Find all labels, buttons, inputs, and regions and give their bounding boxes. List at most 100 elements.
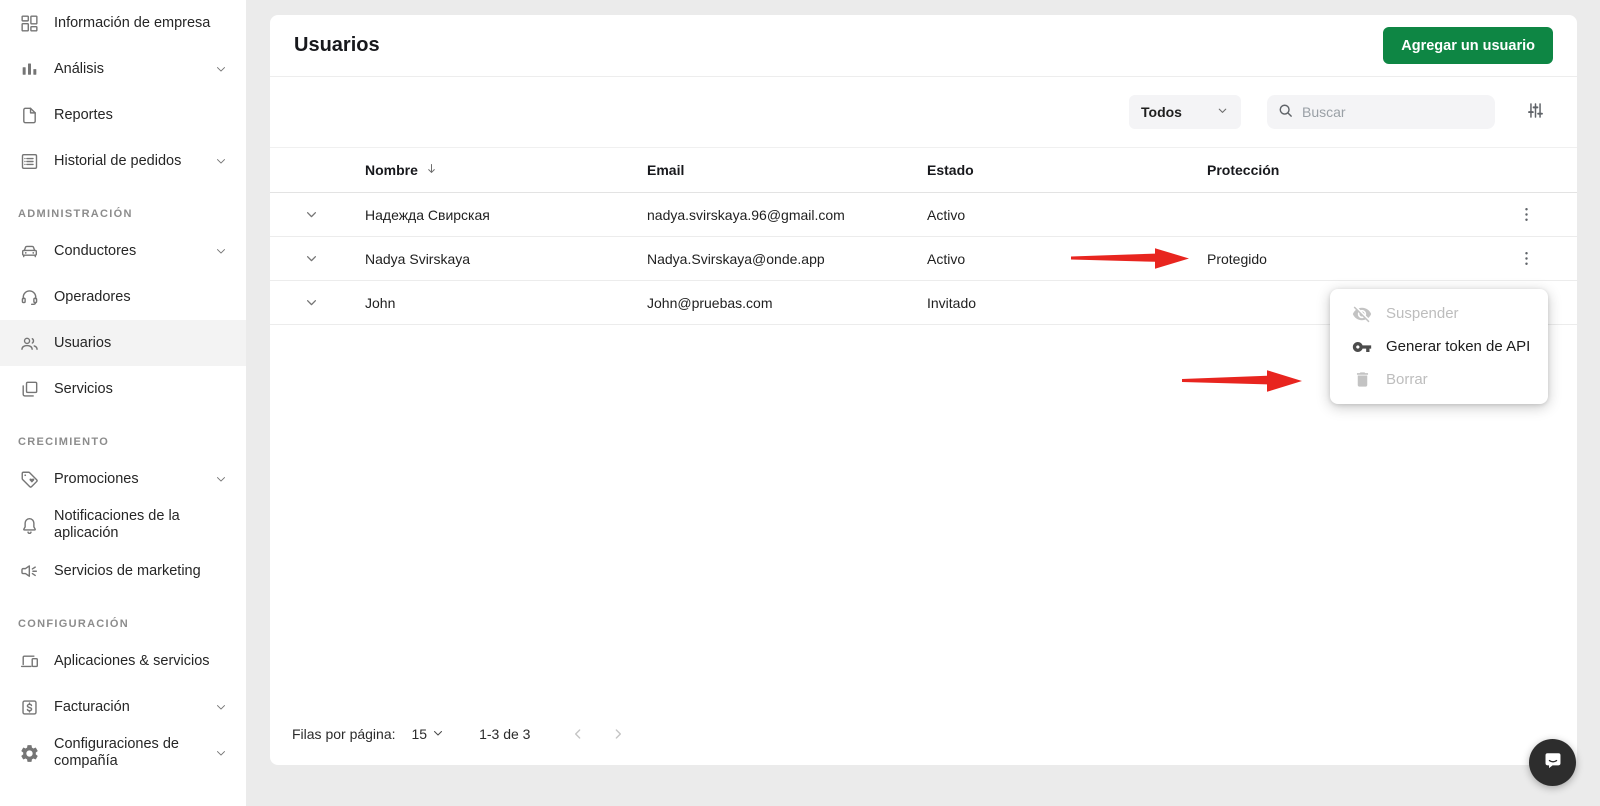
sidebar-item-label: Conductores: [54, 242, 137, 259]
sidebar-section-administracion: ADMINISTRACIÓN: [18, 208, 133, 220]
table-row[interactable]: Надежда Свирская nadya.svirskaya.96@gmai…: [270, 193, 1577, 237]
rows-per-page-label: Filas por página:: [292, 726, 396, 742]
chevron-down-icon: [210, 472, 232, 486]
sidebar-item-historial-de-pedidos[interactable]: Historial de pedidos: [0, 138, 246, 184]
sidebar-item-label: Configuraciones de compañía: [54, 736, 179, 769]
column-header-nombre[interactable]: Nombre: [365, 161, 647, 179]
tune-icon: [1525, 100, 1546, 124]
previous-page-button[interactable]: [566, 722, 590, 746]
menu-item-label: Generar token de API: [1386, 338, 1531, 355]
sidebar-item-label: Notificaciones de la aplicación: [54, 508, 180, 541]
cell-status: Activo: [927, 206, 966, 223]
sidebar: Información de empresa Análisis Reportes…: [0, 0, 246, 806]
company-info-icon: [18, 12, 40, 34]
annotation-arrow-borrar: [1182, 370, 1302, 392]
sidebar-item-facturacion[interactable]: Facturación: [0, 684, 246, 730]
row-expand-chevron-icon[interactable]: [301, 249, 321, 269]
menu-item-generar-token-de-api[interactable]: Generar token de API: [1330, 330, 1548, 363]
annotation-arrow-protegido: [1071, 248, 1189, 269]
next-page-button[interactable]: [606, 722, 630, 746]
services-icon: [18, 378, 40, 400]
table-row[interactable]: Nadya Svirskaya Nadya.Svirskaya@onde.app…: [270, 237, 1577, 281]
sidebar-item-configuraciones-de-compania[interactable]: Configuraciones de compañía: [0, 730, 246, 776]
chevron-down-icon: [1216, 104, 1229, 120]
column-header-estado[interactable]: Estado: [927, 162, 1207, 178]
chevron-down-icon: [210, 62, 232, 76]
sidebar-item-notificaciones-de-la-aplicacion[interactable]: Notificaciones de la aplicación: [0, 502, 246, 548]
sidebar-item-aplicaciones-servicios[interactable]: Aplicaciones & servicios: [0, 638, 246, 684]
chat-bubble-icon: [1540, 748, 1566, 777]
key-icon: [1352, 337, 1372, 357]
chevron-down-icon: [210, 154, 232, 168]
row-menu-kebab-icon[interactable]: [1513, 246, 1539, 272]
menu-item-borrar[interactable]: Borrar: [1330, 363, 1548, 396]
cell-name: Надежда Свирская: [365, 206, 490, 223]
cell-email: John@pruebas.com: [647, 294, 773, 311]
column-header-email[interactable]: Email: [647, 162, 927, 178]
sidebar-item-label: Información de empresa: [54, 14, 211, 31]
reports-icon: [18, 104, 40, 126]
sidebar-item-operadores[interactable]: Operadores: [0, 274, 246, 320]
cell-protection: Protegido: [1207, 250, 1267, 267]
apps-services-icon: [18, 650, 40, 672]
sidebar-item-label: Promociones: [54, 470, 139, 487]
sidebar-item-label: Facturación: [54, 698, 130, 715]
chat-launcher-button[interactable]: [1529, 739, 1576, 786]
type-filter-value: Todos: [1141, 104, 1182, 120]
row-menu-kebab-icon[interactable]: [1513, 202, 1539, 228]
sidebar-item-servicios-de-marketing[interactable]: Servicios de marketing: [0, 548, 246, 594]
sidebar-item-label: Análisis: [54, 60, 104, 77]
row-expand-chevron-icon[interactable]: [301, 293, 321, 313]
sidebar-item-label: Usuarios: [54, 334, 112, 351]
drivers-icon: [18, 240, 40, 262]
menu-item-label: Suspender: [1386, 305, 1459, 322]
filter-settings-button[interactable]: [1523, 100, 1547, 124]
sidebar-item-promociones[interactable]: Promociones: [0, 456, 246, 502]
search-input[interactable]: [1302, 104, 1472, 120]
sidebar-item-label: Servicios de marketing: [54, 562, 201, 579]
sidebar-item-label: Reportes: [54, 106, 113, 123]
chevron-down-icon: [210, 746, 232, 760]
sidebar-section-configuracion: CONFIGURACIÓN: [18, 618, 130, 630]
sidebar-item-servicios[interactable]: Servicios: [0, 366, 246, 412]
rows-per-page-select[interactable]: 15: [412, 726, 446, 743]
sidebar-item-informacion-de-empresa[interactable]: Información de empresa: [0, 0, 246, 46]
column-header-proteccion[interactable]: Protección: [1207, 162, 1491, 178]
promotions-icon: [18, 468, 40, 490]
page-title: Usuarios: [294, 34, 380, 56]
sidebar-item-label: Historial de pedidos: [54, 152, 182, 169]
menu-item-label: Borrar: [1386, 371, 1428, 388]
search-box: [1267, 95, 1495, 129]
row-expand-chevron-icon[interactable]: [301, 205, 321, 225]
pagination-bar: Filas por página: 15 1-3 de 3: [270, 709, 1577, 765]
app-notifications-icon: [18, 514, 40, 536]
chevron-down-icon: [210, 244, 232, 258]
column-header-label: Nombre: [365, 162, 418, 178]
users-icon: [18, 332, 40, 354]
sidebar-item-label: Operadores: [54, 288, 131, 305]
cell-status: Invitado: [927, 294, 977, 311]
operators-icon: [18, 286, 40, 308]
rows-per-page-value: 15: [411, 726, 428, 742]
search-icon: [1277, 102, 1294, 122]
pagination-range: 1-3 de 3: [479, 726, 531, 742]
marketing-icon: [18, 560, 40, 582]
trash-icon: [1352, 370, 1372, 390]
app-root: Información de empresa Análisis Reportes…: [0, 0, 1600, 806]
cell-email: nadya.svirskaya.96@gmail.com: [647, 206, 845, 223]
sidebar-item-conductores[interactable]: Conductores: [0, 228, 246, 274]
menu-item-suspender[interactable]: Suspender: [1330, 297, 1548, 330]
sidebar-section-crecimiento: CRECIMIENTO: [18, 436, 110, 448]
sidebar-item-usuarios[interactable]: Usuarios: [0, 320, 246, 366]
card-header: Usuarios Agregar un usuario: [270, 15, 1577, 77]
sidebar-item-reportes[interactable]: Reportes: [0, 92, 246, 138]
eye-off-icon: [1352, 304, 1372, 324]
order-history-icon: [18, 150, 40, 172]
cell-name: Nadya Svirskaya: [365, 250, 471, 267]
chevron-down-icon: [431, 726, 445, 743]
filter-row: Todos: [270, 77, 1577, 147]
add-user-button[interactable]: Agregar un usuario: [1383, 27, 1553, 64]
company-settings-icon: [18, 742, 40, 764]
sidebar-item-analisis[interactable]: Análisis: [0, 46, 246, 92]
type-filter-dropdown[interactable]: Todos: [1129, 95, 1241, 129]
